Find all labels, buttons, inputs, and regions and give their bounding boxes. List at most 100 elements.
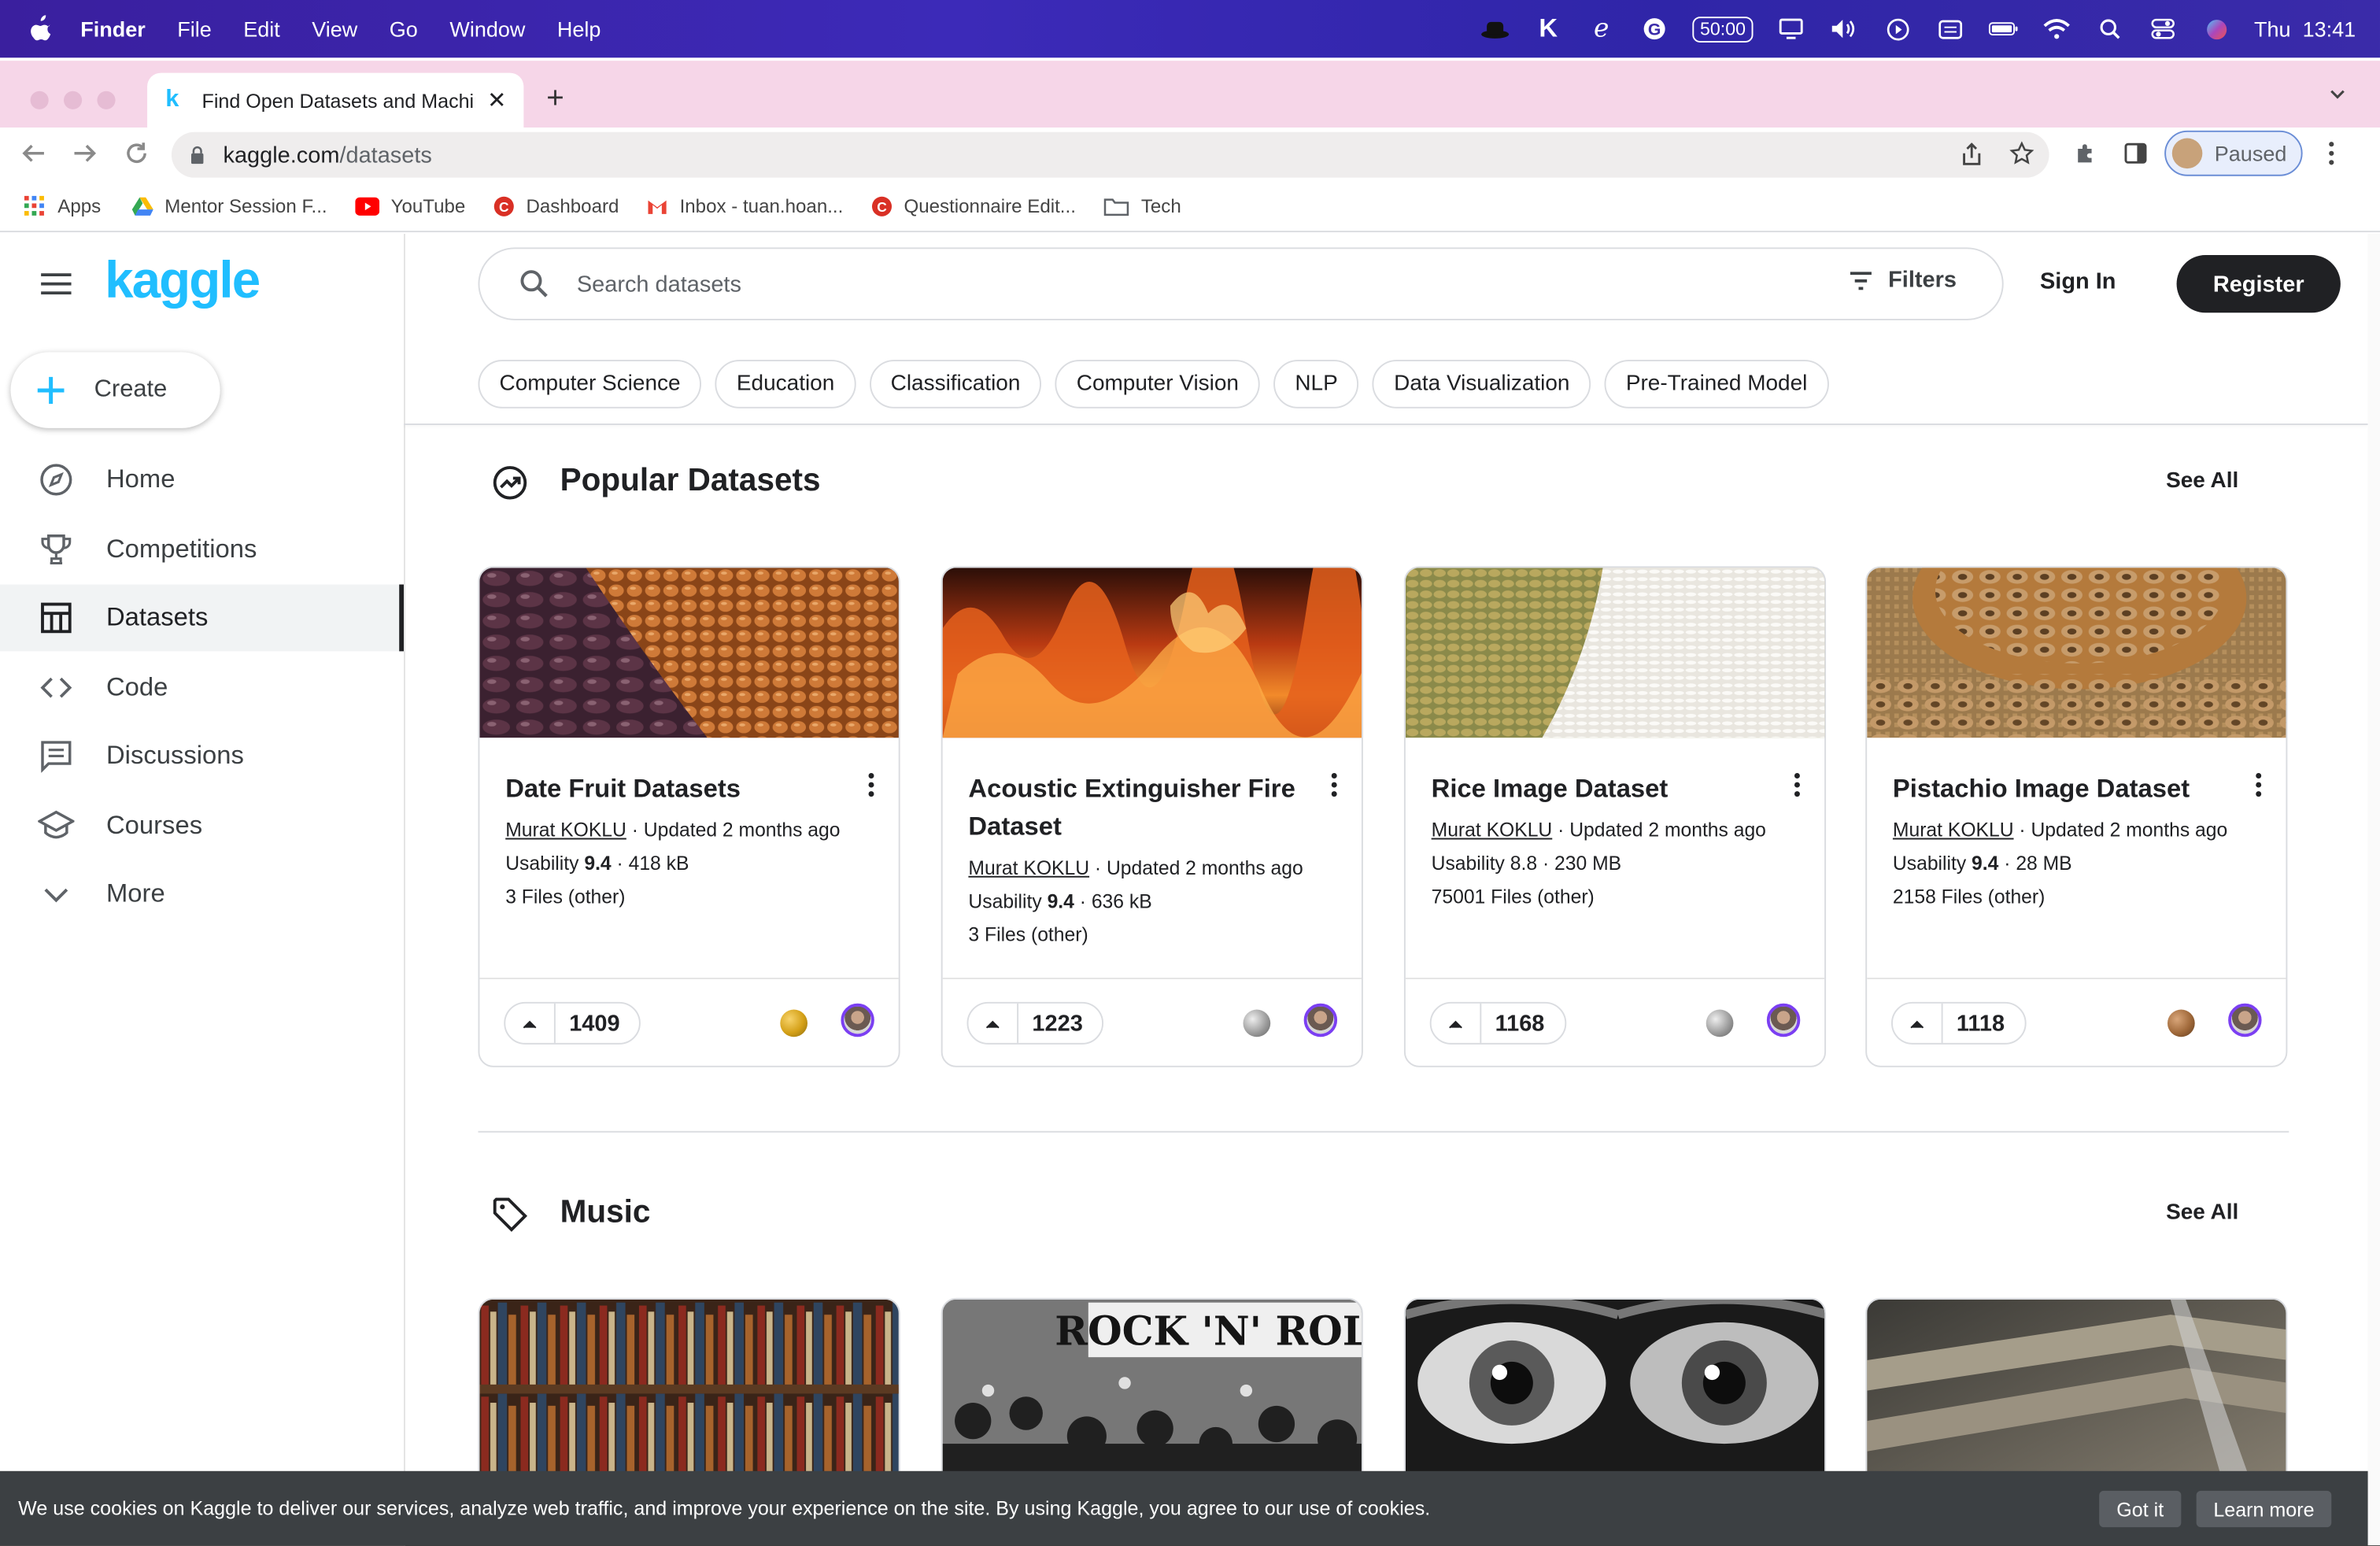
- dataset-size: · 28 MB: [1998, 851, 2072, 875]
- e-app-icon[interactable]: e: [1586, 13, 1617, 44]
- share-icon[interactable]: [1961, 142, 1983, 167]
- author-link[interactable]: Murat KOKLU: [505, 818, 626, 841]
- battery-icon[interactable]: [1989, 17, 2020, 41]
- hat-icon[interactable]: [1480, 17, 1510, 41]
- chip-classification[interactable]: Classification: [869, 360, 1042, 409]
- display-icon[interactable]: [1776, 17, 1807, 41]
- author-link[interactable]: Murat KOKLU: [968, 856, 1089, 879]
- window-zoom-button[interactable]: [97, 91, 116, 109]
- chip-data-visualization[interactable]: Data Visualization: [1373, 360, 1591, 409]
- volume-icon[interactable]: [1829, 17, 1860, 41]
- menu-file[interactable]: File: [177, 17, 212, 41]
- dataset-title[interactable]: Pistachio Image Dataset: [1893, 770, 2227, 808]
- search-bar[interactable]: [478, 247, 2004, 320]
- menu-help[interactable]: Help: [557, 17, 601, 41]
- upvote-button[interactable]: 1118: [1890, 1001, 2027, 1045]
- reload-icon[interactable]: [123, 139, 150, 167]
- chip-education[interactable]: Education: [715, 360, 856, 409]
- dataset-title[interactable]: Acoustic Extinguisher Fire Dataset: [968, 770, 1302, 845]
- menu-go[interactable]: Go: [390, 17, 418, 41]
- clock[interactable]: Thu 13:41: [2254, 17, 2356, 41]
- keyboard-icon[interactable]: [1935, 17, 1966, 41]
- bookmark-tech-folder[interactable]: Tech: [1103, 196, 1181, 217]
- control-center-icon[interactable]: [2148, 17, 2179, 41]
- window-close-button[interactable]: [30, 91, 49, 109]
- more-options-kebab-icon[interactable]: [2256, 773, 2262, 797]
- browser-tab-active[interactable]: k Find Open Datasets and Machine Learnin…: [147, 72, 524, 128]
- sign-in-button[interactable]: Sign In: [2040, 268, 2116, 294]
- chip-nlp[interactable]: NLP: [1273, 360, 1359, 409]
- menu-view[interactable]: View: [312, 17, 357, 41]
- search-input[interactable]: [573, 269, 1825, 298]
- more-options-kebab-icon[interactable]: [1794, 773, 1801, 797]
- siri-icon[interactable]: [2201, 17, 2232, 41]
- menu-edit[interactable]: Edit: [243, 17, 280, 41]
- sidebar-item-discussions[interactable]: Discussions: [0, 723, 404, 790]
- grammarly-icon[interactable]: G: [1639, 17, 1670, 41]
- tab-close-icon[interactable]: ✕: [487, 87, 506, 114]
- window-minimize-button[interactable]: [63, 91, 83, 109]
- wifi-icon[interactable]: [2042, 17, 2072, 41]
- dataset-card-date-fruit[interactable]: Date Fruit Datasets Murat KOKLU · Update…: [478, 566, 900, 1067]
- bookmark-star-icon[interactable]: [2009, 141, 2034, 165]
- author-avatar[interactable]: [1766, 1003, 1801, 1037]
- upvote-button[interactable]: 1223: [966, 1001, 1104, 1045]
- register-button[interactable]: Register: [2176, 254, 2341, 313]
- cookie-learn-more-button[interactable]: Learn more: [2196, 1490, 2332, 1528]
- chip-computer-vision[interactable]: Computer Vision: [1055, 360, 1260, 409]
- see-all-music-button[interactable]: See All: [2166, 1200, 2238, 1225]
- forward-arrow-icon[interactable]: [72, 139, 99, 167]
- address-bar[interactable]: kaggle.com/datasets: [171, 131, 2049, 178]
- sidebar-item-code[interactable]: Code: [0, 654, 404, 721]
- upvote-button[interactable]: 1168: [1429, 1001, 1566, 1045]
- bookmark-youtube[interactable]: YouTube: [354, 196, 465, 217]
- author-link[interactable]: Murat KOKLU: [1432, 818, 1553, 841]
- kaggle-logo[interactable]: kaggle: [105, 252, 261, 311]
- bookmark-dashboard[interactable]: C Dashboard: [493, 196, 619, 217]
- extensions-puzzle-icon[interactable]: [2073, 141, 2097, 165]
- sidebar-item-courses[interactable]: Courses: [0, 793, 404, 860]
- k-app-icon[interactable]: K: [1533, 13, 1564, 43]
- lock-icon[interactable]: [190, 146, 205, 165]
- apple-logo-icon[interactable]: [29, 15, 54, 43]
- dataset-card-rice-image[interactable]: Rice Image Dataset Murat KOKLU · Updated…: [1403, 566, 1827, 1067]
- see-all-popular-button[interactable]: See All: [2166, 469, 2238, 494]
- bookmark-gmail-inbox[interactable]: Inbox - tuan.hoan...: [646, 196, 843, 217]
- menu-window[interactable]: Window: [449, 17, 525, 41]
- author-link[interactable]: Murat KOKLU: [1893, 818, 2014, 841]
- more-options-kebab-icon[interactable]: [868, 773, 874, 797]
- back-arrow-icon[interactable]: [20, 139, 47, 167]
- chip-computer-science[interactable]: Computer Science: [478, 360, 702, 409]
- browser-menu-kebab-icon[interactable]: [2323, 139, 2341, 167]
- sidebar-item-competitions[interactable]: Competitions: [0, 516, 404, 583]
- upvote-button[interactable]: 1409: [504, 1001, 641, 1045]
- timer-display[interactable]: 50:00: [1692, 16, 1754, 43]
- more-options-kebab-icon[interactable]: [1331, 773, 1337, 797]
- spotlight-search-icon[interactable]: [2095, 17, 2126, 41]
- author-avatar[interactable]: [2228, 1003, 2262, 1037]
- bookmark-mentor-session[interactable]: Mentor Session F...: [131, 196, 327, 217]
- new-tab-button[interactable]: +: [546, 82, 564, 117]
- dataset-title[interactable]: Date Fruit Datasets: [505, 770, 839, 808]
- dataset-title[interactable]: Rice Image Dataset: [1432, 770, 1765, 808]
- filters-button[interactable]: Filters: [1849, 267, 1957, 293]
- dataset-card-pistachio-image[interactable]: Pistachio Image Dataset Murat KOKLU · Up…: [1865, 566, 2288, 1067]
- dataset-card-acoustic-fire[interactable]: Acoustic Extinguisher Fire Dataset Murat…: [941, 566, 1363, 1067]
- hamburger-menu-icon[interactable]: [41, 273, 72, 295]
- tab-search-chevron-icon[interactable]: [2328, 85, 2346, 103]
- page-scrollbar[interactable]: [2367, 233, 2380, 1546]
- chip-pre-trained-model[interactable]: Pre-Trained Model: [1604, 360, 1829, 409]
- side-panel-icon[interactable]: [2123, 141, 2148, 165]
- author-avatar[interactable]: [841, 1003, 874, 1037]
- cookie-got-it-button[interactable]: Got it: [2099, 1490, 2182, 1528]
- author-avatar[interactable]: [1303, 1003, 1338, 1037]
- sidebar-item-more[interactable]: More: [0, 860, 404, 927]
- sidebar-item-home[interactable]: Home: [0, 446, 404, 513]
- create-button[interactable]: + Create: [10, 352, 220, 428]
- sidebar-item-datasets[interactable]: Datasets: [0, 584, 404, 652]
- menu-app-name[interactable]: Finder: [80, 17, 146, 41]
- play-icon[interactable]: [1883, 17, 1913, 41]
- bookmark-apps[interactable]: Apps: [24, 195, 101, 217]
- bookmark-questionnaire[interactable]: C Questionnaire Edit...: [870, 196, 1076, 217]
- profile-paused-button[interactable]: Paused: [2164, 130, 2303, 176]
